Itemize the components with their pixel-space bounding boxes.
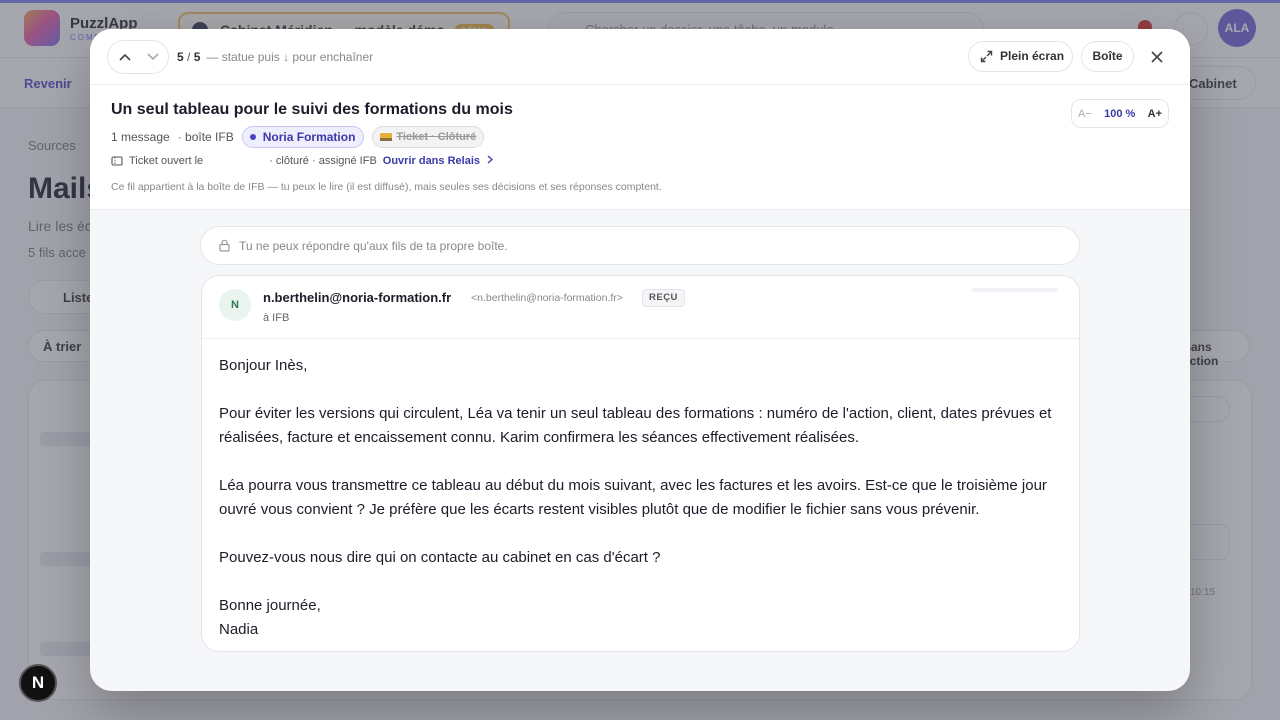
zoom-value: 100 % <box>1104 107 1136 120</box>
reply-locked-notice: Tu ne peux répondre qu'aux fils de ta pr… <box>200 226 1080 265</box>
ticket-opened-label: Ticket ouvert le <box>129 155 204 167</box>
open-in-relais-label: Ouvrir dans Relais <box>382 155 480 167</box>
position-separator: / <box>183 50 194 64</box>
expand-icon <box>980 50 993 63</box>
zoom-control: A− 100 % A+ <box>1071 99 1169 128</box>
thread-meta: 1 message · boîte IFB Noria Formation Ti… <box>111 126 485 148</box>
received-badge: REÇU <box>642 289 685 307</box>
modal-header: 5 / 5 — statue puis ↓ pour enchaîner Plei… <box>90 29 1190 210</box>
box-button[interactable]: Boîte <box>1081 41 1134 72</box>
modal-toolbar: 5 / 5 — statue puis ↓ pour enchaîner Plei… <box>90 29 1190 85</box>
close-icon <box>1151 51 1163 63</box>
previous-thread-button[interactable] <box>110 41 140 73</box>
chevron-down-icon <box>147 53 159 61</box>
ticket-status-text: · clôturé · assigné IFB <box>269 155 377 167</box>
ticket-status-label: Ticket · Clôturé <box>396 131 477 143</box>
ticket-icon <box>380 133 393 141</box>
floating-n-badge[interactable]: N <box>19 664 57 702</box>
fullscreen-button[interactable]: Plein écran <box>968 41 1073 72</box>
message-paragraph: Pouvez-vous nous dire qui on contacte au… <box>219 549 661 566</box>
message-paragraph: Pour éviter les versions qui circulent, … <box>219 405 1052 446</box>
zoom-decrease-button[interactable]: A− <box>1078 108 1092 120</box>
message-header: N n.berthelin@noria-formation.fr <n.bert… <box>202 276 1079 339</box>
message-count: 1 message <box>111 130 170 144</box>
thread-position: 5 / 5 — statue puis ↓ pour enchaîner <box>177 50 373 64</box>
tag-dot-icon <box>249 134 256 140</box>
lock-icon <box>219 239 230 252</box>
client-tag-label: Noria Formation <box>262 130 356 144</box>
message-paragraph: Léa pourra vous transmettre ce tableau a… <box>219 477 1047 518</box>
mailbox-label: · boîte IFB <box>177 130 234 144</box>
position-current: 5 <box>177 50 184 64</box>
sender-address: <n.berthelin@noria-formation.fr> <box>471 292 623 304</box>
ownership-note: Ce fil appartient à la boîte de IFB — tu… <box>111 181 662 193</box>
message-body: Bonjour Inès, Pour éviter les versions q… <box>219 354 1064 642</box>
recipient: à IFB <box>263 312 290 324</box>
fullscreen-label: Plein écran <box>1000 49 1065 63</box>
sender-avatar: N <box>219 289 251 321</box>
keyboard-hint: — statue puis ↓ pour enchaîner <box>206 50 374 64</box>
ticket-status-badge: Ticket · Clôturé <box>372 126 485 148</box>
open-in-relais-link[interactable]: Ouvrir dans Relais <box>383 155 500 167</box>
client-tag[interactable]: Noria Formation <box>241 126 365 148</box>
message-paragraph: Bonne journée, <box>219 597 321 614</box>
thread-title: Un seul tableau pour le suivi des format… <box>111 101 513 118</box>
thread-nav-group <box>107 40 169 74</box>
message-paragraph: Bonjour Inès, <box>219 357 308 374</box>
chevron-right-icon <box>487 155 494 164</box>
faded-meta <box>972 288 1058 292</box>
message-signature: Nadia <box>219 621 259 638</box>
thread-viewer-modal: 5 / 5 — statue puis ↓ pour enchaîner Plei… <box>90 29 1190 691</box>
chevron-up-icon <box>119 53 131 61</box>
close-button[interactable] <box>1146 46 1168 68</box>
sender-name: n.berthelin@noria-formation.fr <box>263 290 452 305</box>
ticket-info-line: Ticket ouvert le · clôturé · assigné IFB… <box>111 155 500 167</box>
ticket-outline-icon <box>111 156 123 166</box>
reply-locked-text: Tu ne peux répondre qu'aux fils de ta pr… <box>239 239 508 253</box>
zoom-increase-button[interactable]: A+ <box>1148 108 1162 120</box>
next-thread-button[interactable] <box>138 41 168 73</box>
position-total: 5 <box>193 50 201 64</box>
message-card: N n.berthelin@noria-formation.fr <n.bert… <box>201 275 1080 652</box>
